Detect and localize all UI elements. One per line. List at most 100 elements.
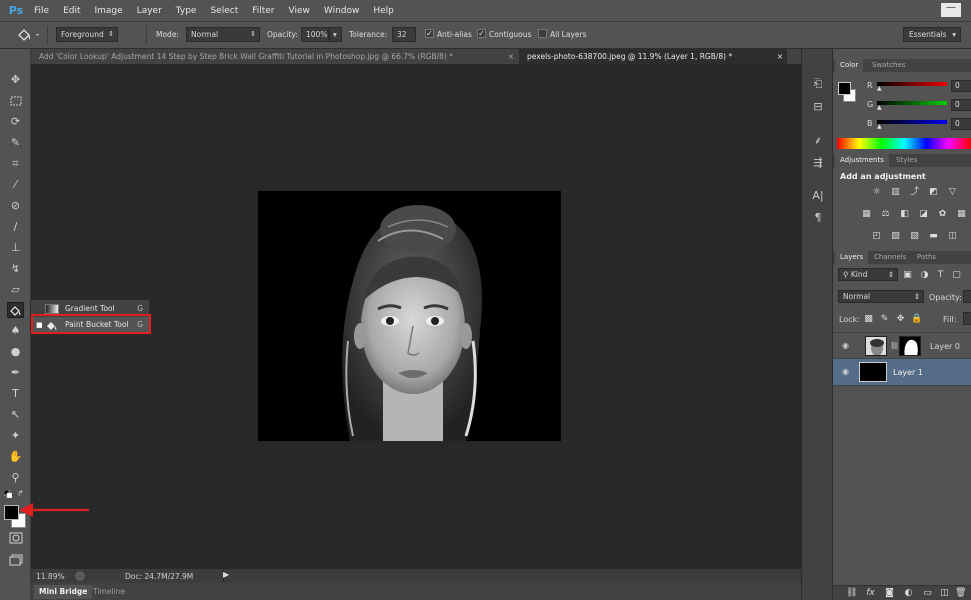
swap-colors-icon[interactable]: ↱	[17, 490, 25, 498]
tab-mini-bridge[interactable]: Mini Bridge	[34, 585, 93, 599]
layer-row-layer-0[interactable]: ◉ ⛓ Layer 0	[833, 332, 971, 359]
slider-thumb-icon[interactable]: ▲	[877, 123, 882, 130]
eye-icon[interactable]: ◉	[842, 368, 852, 376]
link-layers-icon[interactable]: ⛓	[846, 588, 857, 598]
workspace-select[interactable]: Essentials ▾	[903, 27, 961, 42]
add-mask-icon[interactable]: ◙	[884, 588, 895, 598]
quick-mask-icon[interactable]	[7, 530, 24, 546]
tab-graffiti-doc[interactable]: Add 'Color Lookup' Adjustment 14 Step by…	[31, 49, 518, 64]
eye-icon[interactable]: ◉	[842, 342, 852, 350]
tab-channels[interactable]: Channels	[869, 251, 911, 264]
menu-type[interactable]: Type	[169, 6, 204, 16]
layer-opacity-input[interactable]	[963, 290, 971, 303]
menu-window[interactable]: Window	[317, 6, 367, 16]
shape-filter-icon[interactable]: ▢	[951, 270, 962, 280]
threshold-icon[interactable]: ▨	[909, 231, 920, 241]
minimize-button[interactable]: —	[941, 3, 961, 17]
green-value-input[interactable]: 0	[951, 99, 971, 111]
brightness-icon[interactable]: ☼	[871, 187, 882, 197]
clone-source-icon[interactable]: ⇶	[811, 156, 825, 170]
pixel-filter-icon[interactable]: ▣	[902, 270, 913, 280]
tab-layers[interactable]: Layers	[835, 251, 869, 264]
menu-filter[interactable]: Filter	[245, 6, 281, 16]
close-icon[interactable]: ×	[777, 49, 783, 64]
fx-icon[interactable]: fx	[865, 588, 876, 598]
levels-icon[interactable]: ▥	[890, 187, 901, 197]
posterize-icon[interactable]: ▨	[890, 231, 901, 241]
healing-brush-tool-icon[interactable]: ⊘	[7, 198, 24, 214]
type-tool-icon[interactable]: T	[7, 386, 24, 402]
exposure-icon[interactable]: ◩	[928, 187, 939, 197]
tab-adjustments[interactable]: Adjustments	[835, 154, 889, 167]
menu-layer[interactable]: Layer	[130, 6, 169, 16]
layer-name[interactable]: Layer 1	[893, 368, 923, 377]
paint-bucket-tool-icon[interactable]	[7, 302, 24, 318]
tab-paths[interactable]: Paths	[912, 251, 941, 264]
new-adjustment-icon[interactable]: ◐	[903, 588, 914, 598]
brush-tool-icon[interactable]: ∕	[7, 219, 24, 235]
shape-tool-icon[interactable]: ✦	[7, 428, 24, 444]
invert-icon[interactable]: ◰	[871, 231, 882, 241]
hue-saturation-icon[interactable]: ▦	[861, 209, 872, 219]
selective-color-icon[interactable]: ◫	[947, 231, 958, 241]
slider-thumb-icon[interactable]: ▲	[877, 104, 882, 111]
layer-fill-input[interactable]	[963, 312, 971, 325]
layer-row-layer-1[interactable]: ◉ Layer 1	[833, 359, 971, 386]
zoom-level[interactable]: 11.89%	[36, 572, 65, 581]
type-filter-icon[interactable]: T	[935, 270, 946, 280]
lock-transparent-icon[interactable]: ▩	[863, 314, 874, 324]
layer-name[interactable]: Layer 0	[930, 342, 960, 351]
lasso-tool-icon[interactable]: ⟳	[7, 114, 24, 130]
quick-selection-tool-icon[interactable]: ✎	[7, 135, 24, 151]
marquee-tool-icon[interactable]	[7, 93, 24, 109]
eyedropper-tool-icon[interactable]: ⁄	[7, 177, 24, 193]
close-icon[interactable]: ×	[508, 49, 514, 64]
layer-mask-thumbnail[interactable]	[899, 336, 921, 356]
black-white-icon[interactable]: ◧	[899, 209, 910, 219]
menu-help[interactable]: Help	[366, 6, 401, 16]
fill-source-select[interactable]: Foreground ⇕	[56, 27, 118, 42]
menu-edit[interactable]: Edit	[56, 6, 87, 16]
dodge-tool-icon[interactable]: ●	[7, 344, 24, 360]
blur-tool-icon[interactable]: ♠	[7, 323, 24, 339]
red-slider[interactable]	[877, 82, 947, 86]
color-panel-foreground-swatch[interactable]	[838, 82, 851, 95]
vibrance-icon[interactable]: ▽	[947, 187, 958, 197]
tolerance-input[interactable]: 32	[392, 27, 416, 42]
blue-slider[interactable]	[877, 120, 947, 124]
menu-select[interactable]: Select	[203, 6, 245, 16]
color-balance-icon[interactable]: ⚖	[880, 209, 891, 219]
crop-tool-icon[interactable]: ⌗	[7, 156, 24, 172]
layer-filter-kind-select[interactable]: ⚲ Kind ⇕	[838, 268, 898, 281]
blue-value-input[interactable]: 0	[951, 118, 971, 130]
history-brush-tool-icon[interactable]: ↯	[7, 261, 24, 277]
curves-icon[interactable]: ⤴	[909, 187, 920, 197]
path-selection-tool-icon[interactable]: ↖	[7, 407, 24, 423]
tab-pexels-photo[interactable]: pexels-photo-638700.jpeg @ 11.9% (Layer …	[519, 49, 787, 64]
menu-image[interactable]: Image	[88, 6, 130, 16]
contiguous-checkbox[interactable]: ✓	[477, 29, 486, 38]
foreground-color-swatch[interactable]	[4, 505, 19, 520]
new-layer-icon[interactable]: ◫	[939, 588, 950, 598]
pen-tool-icon[interactable]: ✒	[7, 365, 24, 381]
menu-file[interactable]: File	[27, 6, 56, 16]
history-icon[interactable]: ⎗	[811, 77, 825, 91]
slider-thumb-icon[interactable]: ▲	[877, 85, 882, 92]
tab-timeline[interactable]: Timeline	[88, 585, 130, 599]
trash-icon[interactable]: 🗑	[955, 588, 966, 598]
character-icon[interactable]: A|	[811, 189, 825, 203]
green-slider[interactable]	[877, 101, 947, 105]
properties-icon[interactable]: ⊟	[811, 100, 825, 114]
clone-stamp-tool-icon[interactable]: ⊥	[7, 240, 24, 256]
mode-select[interactable]: Normal ⇕	[186, 27, 260, 42]
all-layers-checkbox[interactable]	[538, 29, 547, 38]
hand-tool-icon[interactable]: ✋	[7, 449, 24, 465]
color-spectrum-ramp[interactable]	[837, 138, 971, 149]
blend-mode-select[interactable]: Normal ⇕	[838, 290, 924, 303]
color-lookup-icon[interactable]: ▦	[956, 209, 967, 219]
tab-swatches[interactable]: Swatches	[867, 59, 910, 72]
link-icon[interactable]: ⛓	[890, 342, 899, 350]
menu-view[interactable]: View	[282, 6, 317, 16]
zoom-tool-icon[interactable]: ⚲	[7, 470, 24, 486]
default-colors-icon[interactable]	[3, 489, 13, 499]
